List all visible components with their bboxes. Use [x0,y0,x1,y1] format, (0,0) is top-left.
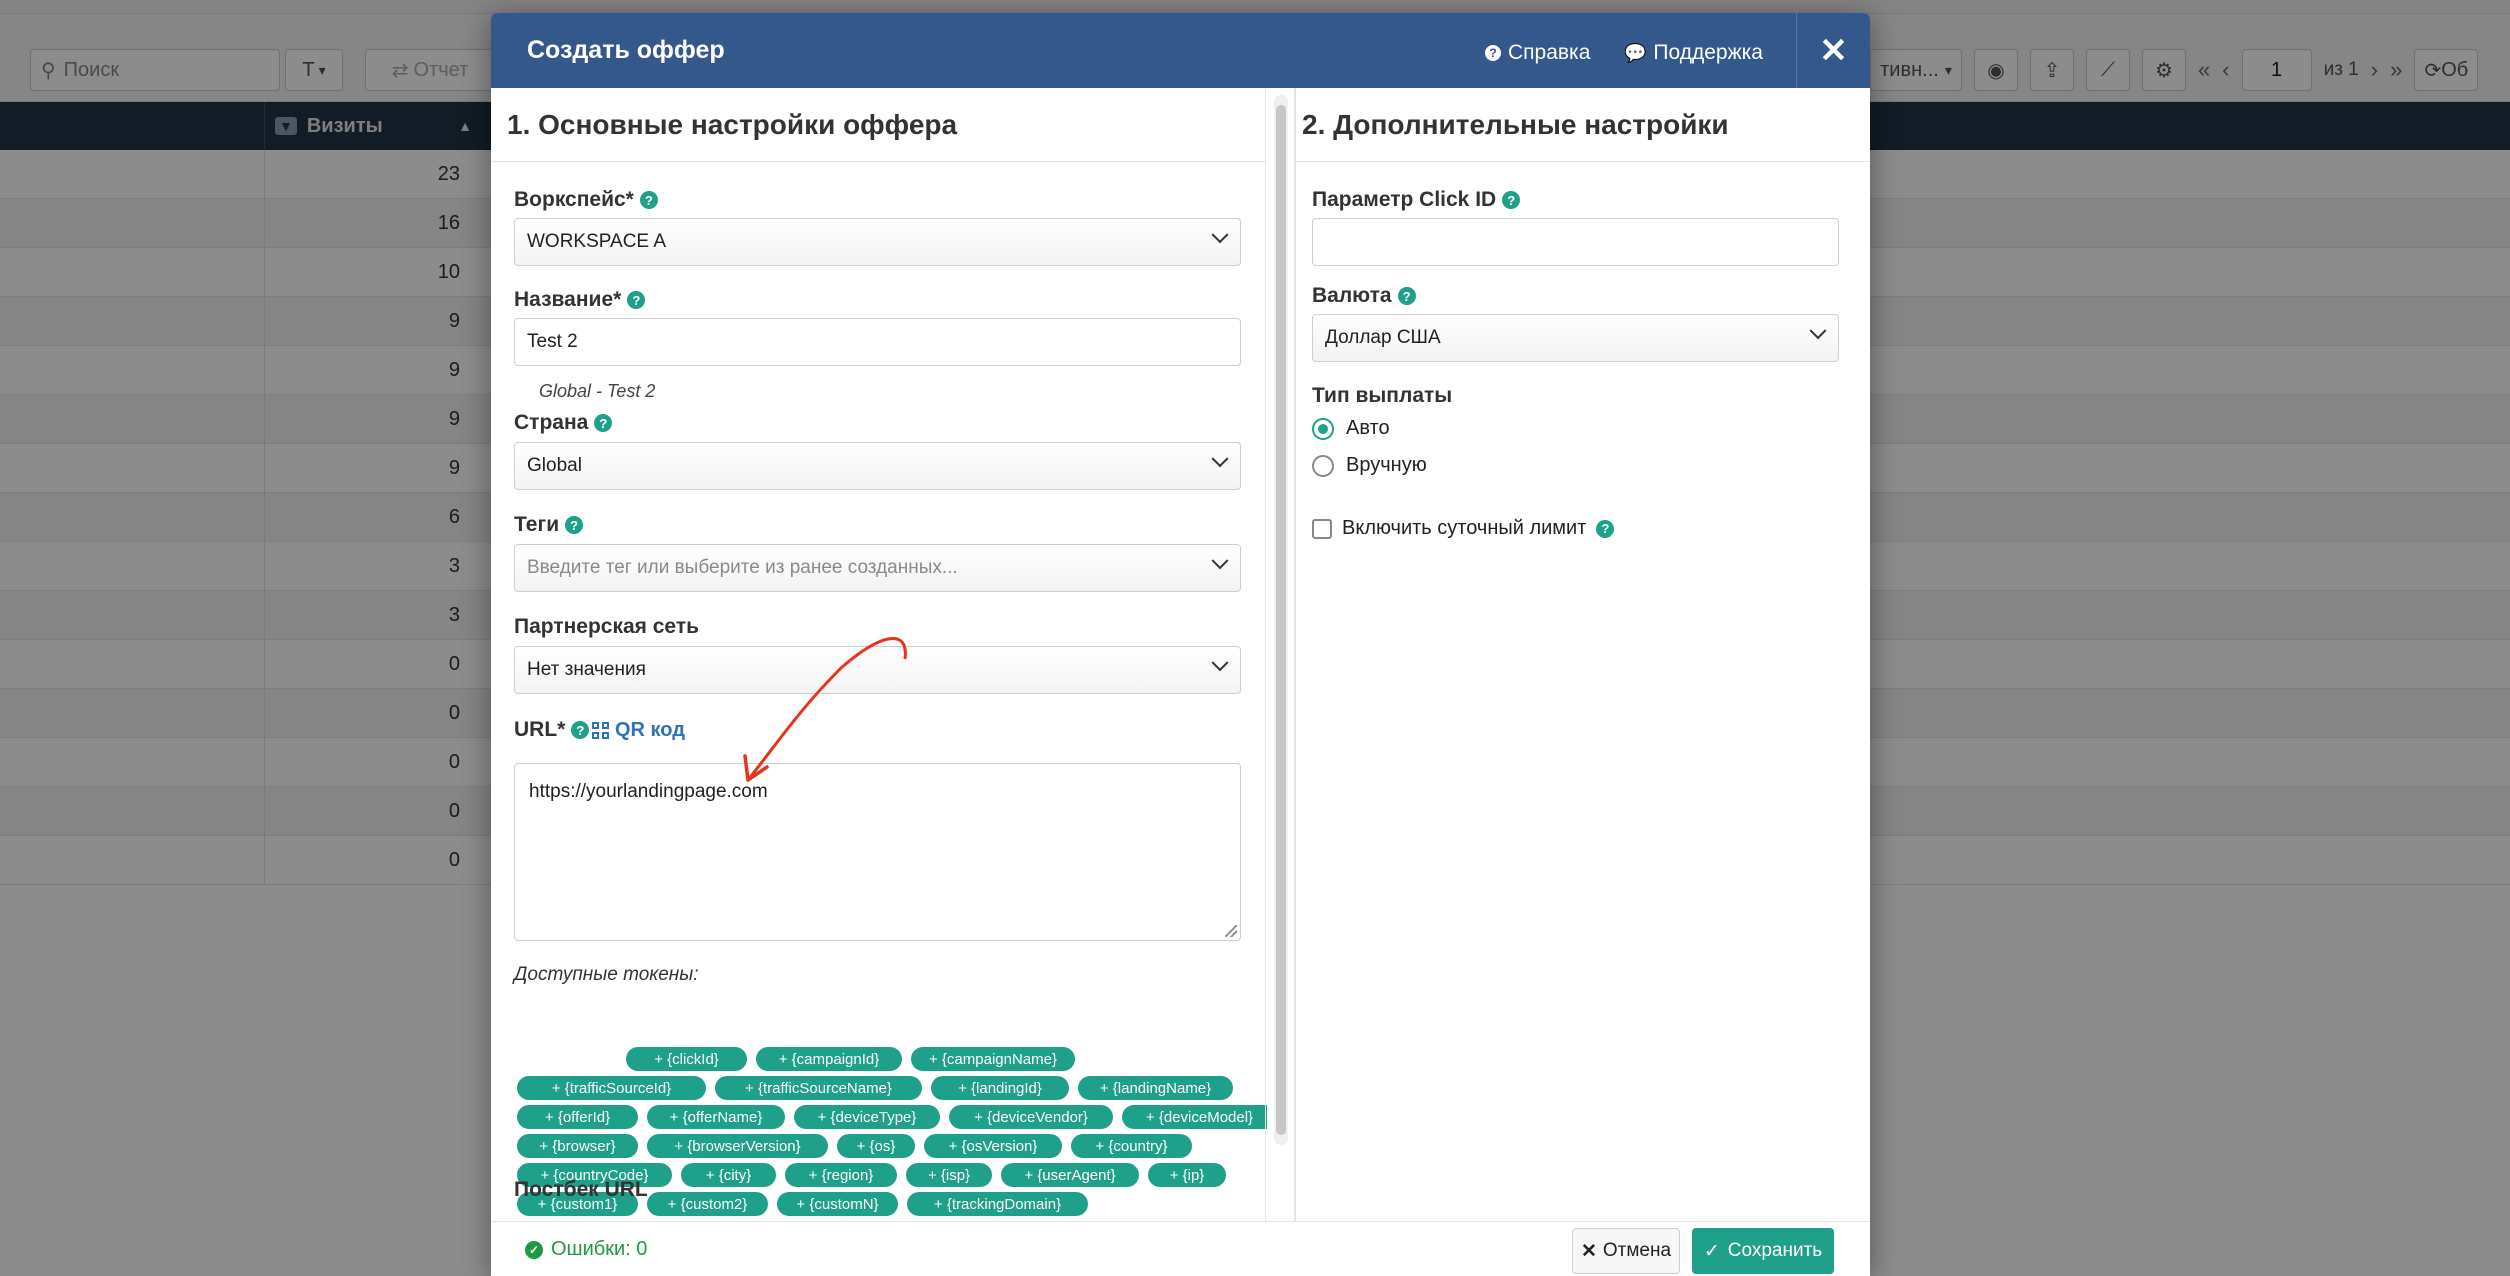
divider [491,161,1267,162]
additional-settings-title: 2. Дополнительные настройки [1302,108,1729,140]
modal-title: Создать оффер [527,36,725,64]
url-label: URL* ? [514,718,590,742]
token-chip[interactable]: + {ip} [1148,1163,1226,1187]
column-divider [1265,88,1266,1221]
modal-footer: ✓ Ошибки: 0 ✕ Отмена ✓ Сохранить [491,1221,1870,1276]
help-link[interactable]: ? Справка [1485,13,1590,93]
help-icon[interactable]: ? [639,191,658,209]
help-icon[interactable]: ? [1596,519,1615,538]
chevron-down-icon [1809,322,1827,340]
close-icon: ✕ [1819,31,1848,70]
close-button[interactable]: ✕ [1796,13,1870,88]
save-button[interactable]: ✓ Сохранить [1692,1228,1834,1274]
qr-icon [592,722,609,739]
tags-label: Теги ? [514,513,584,537]
basic-settings-title: 1. Основные настройки оффера [507,108,958,140]
scrollbar-thumb[interactable] [1276,105,1286,1135]
network-select[interactable]: Нет значения [514,646,1241,694]
help-icon[interactable]: ? [627,291,646,309]
token-chip[interactable]: + {isp} [906,1163,992,1187]
radio-checked[interactable] [1312,417,1334,440]
token-chip[interactable]: + {os} [837,1134,915,1158]
question-icon: ? [1485,45,1501,61]
token-chip[interactable]: + {landingId} [931,1076,1069,1100]
chevron-down-icon [1211,552,1229,570]
basic-settings-panel: 1. Основные настройки оффера Воркспейс* … [491,88,1267,1221]
help-icon[interactable]: ? [1397,287,1416,305]
chevron-down-icon [1211,654,1229,672]
token-chip[interactable]: + {trafficSourceName} [715,1076,922,1100]
qr-code-link[interactable]: QR код [592,719,685,742]
left-scrollbar[interactable] [1274,95,1288,1145]
token-chip[interactable]: + {clickId} [626,1047,747,1071]
token-chip[interactable]: + {landingName} [1078,1076,1233,1100]
name-label: Название* ? [514,288,646,312]
payout-manual-radio[interactable]: Вручную [1312,454,1427,477]
token-chip[interactable]: + {offerName} [647,1105,785,1129]
payout-type-label: Тип выплаты [1312,384,1453,407]
clickid-input[interactable] [1312,218,1839,266]
chevron-down-icon [1211,450,1229,468]
daily-limit-checkbox[interactable]: Включить суточный лимит ? [1312,517,1615,540]
chat-icon: 💬 [1624,42,1647,63]
token-chip[interactable]: + {osVersion} [924,1134,1062,1158]
token-chip[interactable]: + {userAgent} [1001,1163,1139,1187]
name-input[interactable]: Test 2 [514,318,1241,366]
country-label: Страна ? [514,411,613,435]
token-chip[interactable]: + {campaignId} [756,1047,902,1071]
token-chip[interactable]: + {region} [785,1163,897,1187]
help-icon[interactable]: ? [594,414,613,432]
token-chip[interactable]: + {campaignName} [911,1047,1075,1071]
workspace-label: Воркспейс* ? [514,188,658,212]
currency-select[interactable]: Доллар США [1312,314,1839,362]
token-chip[interactable]: + {trafficSourceId} [517,1076,706,1100]
chevron-down-icon [1211,226,1229,244]
network-label: Партнерская сеть [514,615,700,638]
help-icon[interactable]: ? [571,721,590,739]
radio-unchecked[interactable] [1312,454,1334,477]
token-chip[interactable]: + {customN} [777,1192,898,1216]
payout-auto-radio[interactable]: Авто [1312,417,1390,440]
currency-label: Валюта ? [1312,284,1416,308]
token-chip[interactable]: + {offerId} [517,1105,638,1129]
country-select[interactable]: Global [514,442,1241,490]
token-chip[interactable]: + {deviceModel} [1122,1105,1267,1129]
token-chip[interactable]: + {city} [681,1163,776,1187]
additional-settings-panel: 2. Дополнительные настройки Параметр Cli… [1296,88,1870,1221]
divider [1296,161,1870,162]
tags-select[interactable]: Введите тег или выберите из ранее создан… [514,544,1241,592]
token-chip[interactable]: + {deviceVendor} [949,1105,1113,1129]
close-icon: ✕ [1580,1240,1597,1262]
token-chip[interactable]: + {custom2} [647,1192,768,1216]
url-textarea[interactable]: https://yourlandingpage.com [514,763,1241,941]
errors-status: ✓ Ошибки: 0 [525,1222,647,1276]
token-chip[interactable]: + {deviceType} [794,1105,940,1129]
resize-handle[interactable] [1225,925,1237,937]
create-offer-modal: Создать оффер ? Справка 💬 Поддержка ✕ 1.… [491,13,1870,1276]
workspace-select[interactable]: WORKSPACE A [514,218,1241,266]
help-icon[interactable]: ? [565,516,584,534]
modal-header: Создать оффер ? Справка 💬 Поддержка ✕ [491,13,1870,88]
help-icon[interactable]: ? [1502,191,1521,209]
check-circle-icon: ✓ [525,1240,543,1259]
name-preview-hint: Global - Test 2 [539,381,656,401]
token-chip[interactable]: + {browser} [517,1134,638,1158]
token-chip[interactable]: + {country} [1071,1134,1192,1158]
tokens-label: Доступные токены: [514,964,699,985]
token-chip[interactable]: + {trackingDomain} [907,1192,1088,1216]
check-icon: ✓ [1703,1240,1720,1262]
checkbox[interactable] [1312,518,1332,539]
token-chip[interactable]: + {browserVersion} [647,1134,828,1158]
postback-label: Постбек URL [514,1178,648,1201]
support-link[interactable]: 💬 Поддержка [1624,13,1763,93]
cancel-button[interactable]: ✕ Отмена [1572,1228,1680,1274]
clickid-label: Параметр Click ID ? [1312,188,1521,212]
